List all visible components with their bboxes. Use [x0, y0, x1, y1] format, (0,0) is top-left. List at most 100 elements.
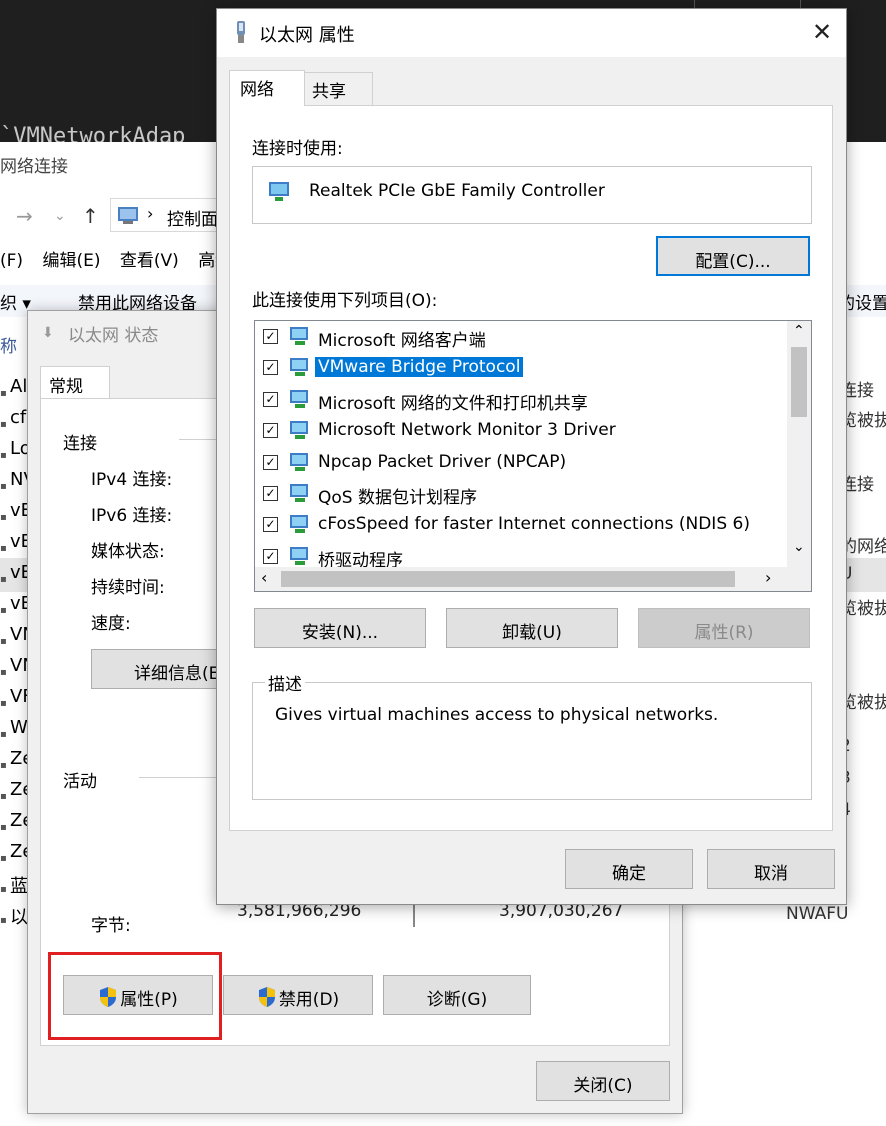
tab-networking-label: 网络	[240, 80, 274, 100]
network-component-icon	[289, 451, 313, 480]
ok-button[interactable]: 确定	[565, 849, 693, 889]
component-checkbox[interactable]: ✓	[263, 517, 278, 533]
tab-general-label: 常规	[49, 377, 83, 397]
network-component-icon	[289, 482, 313, 511]
list-item[interactable]: ▪ Al	[0, 376, 30, 402]
close-icon[interactable]: ✕	[807, 17, 837, 47]
connection-icon: ▪	[0, 512, 7, 523]
network-component-icon	[289, 513, 313, 542]
connection-icon: ▪	[0, 729, 7, 740]
explorer-title: 网络连接	[0, 157, 68, 177]
close-button[interactable]: 关闭(C)	[536, 1061, 670, 1101]
explorer-menu-bar: (F) 编辑(E) 查看(V) 高级	[0, 246, 246, 276]
network-name: NWAFU	[786, 904, 849, 924]
list-item[interactable]: ▪ VF	[0, 686, 33, 712]
vertical-scroll-thumb[interactable]	[791, 347, 807, 417]
list-item[interactable]: ▪ Ze	[0, 748, 33, 774]
item-properties-button[interactable]: 属性(R)	[638, 608, 810, 648]
list-item[interactable]: ▪ VN	[0, 624, 36, 650]
component-checkbox[interactable]: ✓	[263, 391, 278, 407]
list-item[interactable]: ▪ VN	[0, 655, 36, 681]
bytes-label: 字节:	[91, 916, 131, 936]
name-column-header[interactable]: 称	[0, 332, 17, 357]
list-item[interactable]: ▪ cf	[0, 407, 30, 433]
list-item-label: 蓝	[10, 876, 28, 897]
list-item[interactable]: ▪ 以	[0, 903, 30, 929]
menu-edit[interactable]: 编辑(E)	[42, 251, 100, 271]
connection-section-title: 连接	[63, 434, 97, 454]
menu-file[interactable]: (F)	[0, 251, 23, 271]
component-checkbox[interactable]: ✓	[263, 486, 278, 501]
tab-sharing-label: 共享	[312, 82, 346, 102]
connect-using-label: 连接时使用:	[252, 139, 343, 159]
connection-icon: ▪	[0, 543, 7, 554]
configure-button-label: 配置(C)...	[695, 252, 771, 272]
list-item[interactable]: ▪ W	[0, 717, 30, 743]
configure-button[interactable]: 配置(C)...	[656, 236, 810, 276]
scroll-left-icon[interactable]: ‹	[261, 568, 267, 587]
install-button[interactable]: 安装(N)...	[254, 608, 426, 648]
list-item[interactable]: ▪ vE	[0, 531, 32, 557]
up-arrow-icon[interactable]: ↑	[82, 204, 99, 228]
vertical-scrollbar[interactable]: ⌃ ⌄	[787, 321, 811, 567]
diagnose-button[interactable]: 诊断(G)	[383, 975, 531, 1015]
list-item[interactable]: ▪ Lo	[0, 438, 31, 464]
component-item[interactable]: ✓ cFosSpeed for faster Internet connectio…	[255, 511, 785, 541]
tab-general[interactable]: 常规	[40, 366, 110, 399]
list-item[interactable]: ▪ 蓝	[0, 872, 30, 898]
tab-sharing[interactable]: 共享	[301, 72, 373, 106]
component-checkbox[interactable]: ✓	[263, 360, 278, 376]
uninstall-button[interactable]: 卸载(U)	[446, 608, 618, 648]
connection-icon: ▪	[0, 791, 7, 802]
component-checkbox[interactable]: ✓	[263, 423, 278, 439]
connection-icon: ▪	[0, 822, 7, 833]
component-item[interactable]: ✓ Microsoft 网络的文件和打印机共享	[255, 386, 785, 416]
description-label: 描述	[265, 670, 305, 695]
install-button-label: 安装(N)...	[301, 623, 379, 643]
component-checkbox[interactable]: ✓	[263, 548, 278, 564]
cancel-button[interactable]: 取消	[707, 849, 835, 889]
list-item-label: W	[10, 717, 28, 738]
horizontal-scroll-thumb[interactable]	[281, 571, 735, 587]
connection-icon: ▪	[0, 481, 7, 492]
scroll-right-icon[interactable]: ›	[765, 568, 771, 587]
list-item[interactable]: ▪ Ze	[0, 810, 33, 836]
connection-icon: ▪	[0, 605, 7, 616]
ipv4-label: IPv4 连接:	[91, 470, 173, 490]
connection-icon: ▪	[0, 853, 7, 864]
component-item[interactable]: ✓ Npcap Packet Driver (NPCAP)	[255, 449, 785, 479]
component-checkbox[interactable]: ✓	[263, 329, 278, 344]
component-checkbox[interactable]: ✓	[263, 454, 278, 470]
disable-button[interactable]: 禁用(D)	[223, 975, 373, 1015]
tab-networking[interactable]: 网络	[229, 70, 305, 106]
component-item[interactable]: ✓ Microsoft Network Monitor 3 Driver	[255, 417, 785, 447]
chevron-down-icon[interactable]: ⌄	[54, 208, 66, 224]
component-item[interactable]: ✓ VMware Bridge Protocol	[255, 354, 785, 384]
disable-button-label: 禁用(D)	[278, 990, 340, 1010]
list-item[interactable]: ▪ vE	[0, 593, 32, 619]
connection-icon: ▪	[0, 419, 7, 430]
components-list[interactable]: ✓ Microsoft 网络客户端 ✓ VMware Bridge Protocol ✓…	[254, 320, 812, 592]
scroll-up-icon[interactable]: ⌃	[793, 323, 805, 339]
component-label: Microsoft Network Monitor 3 Driver	[318, 420, 616, 441]
component-item[interactable]: ✓ QoS 数据包计划程序	[255, 480, 785, 510]
list-item[interactable]: ▪ vE	[0, 562, 32, 588]
uninstall-button-label: 卸载(U)	[502, 623, 562, 643]
horizontal-scrollbar[interactable]: ‹ ›	[255, 567, 811, 591]
component-item[interactable]: ✓ Microsoft 网络客户端	[255, 323, 785, 353]
menu-view[interactable]: 查看(V)	[120, 251, 179, 271]
scroll-down-icon[interactable]: ⌄	[793, 539, 805, 555]
network-status-icon: ⬇	[42, 325, 54, 341]
list-item-label: Al	[10, 376, 28, 397]
diagnose-button-label: 诊断(G)	[426, 990, 488, 1010]
list-item[interactable]: ▪ Ze	[0, 841, 33, 867]
connection-icon: ▪	[0, 884, 7, 895]
status-dialog-title: 以太网 状态	[68, 326, 159, 346]
list-item[interactable]: ▪ vE	[0, 500, 32, 526]
list-item[interactable]: ▪ NV	[0, 469, 36, 495]
network-component-icon	[289, 356, 313, 385]
list-item[interactable]: ▪ Ze	[0, 779, 33, 805]
network-adapter-icon	[233, 19, 249, 52]
properties-dialog-title: 以太网 属性	[259, 25, 355, 46]
forward-arrow-icon[interactable]: →	[16, 204, 33, 228]
